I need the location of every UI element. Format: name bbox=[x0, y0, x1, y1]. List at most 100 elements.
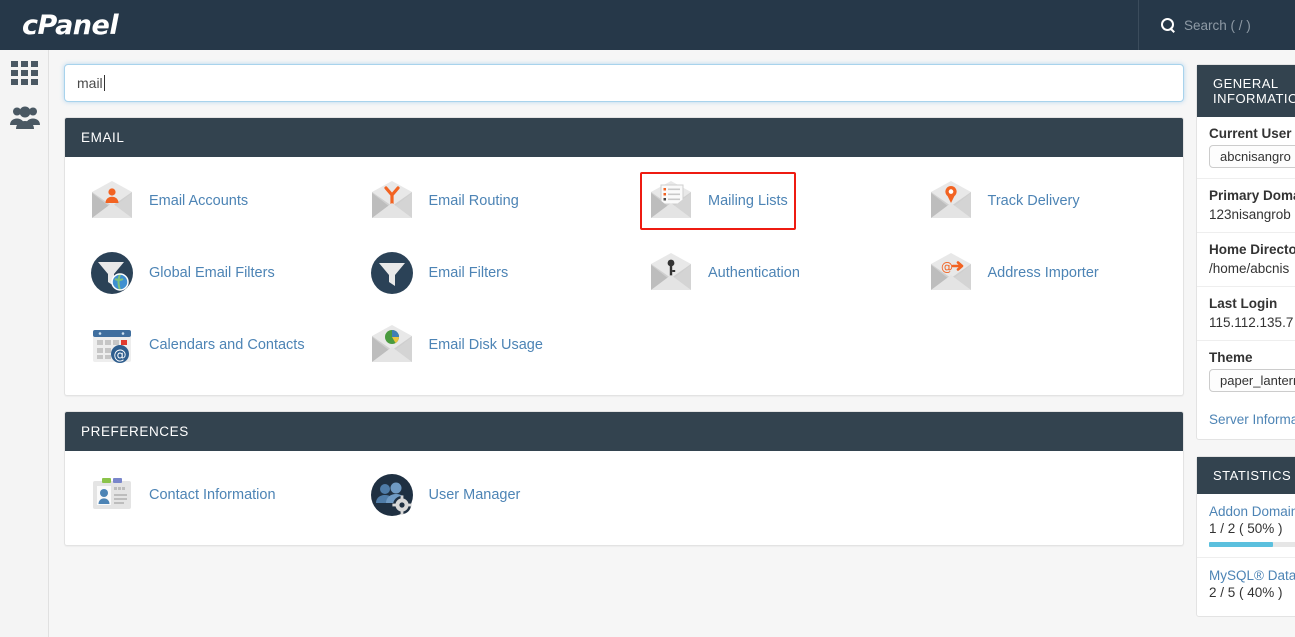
app-tile-label: Global Email Filters bbox=[149, 265, 275, 281]
statistic-row: Addon Domains 1 / 2 ( 50% ) bbox=[1197, 494, 1295, 558]
general-info-row: Theme paper_lantern bbox=[1197, 341, 1295, 402]
app-tile-global-email-filters[interactable]: Global Email Filters bbox=[65, 237, 345, 309]
server-information-row: Server Information bbox=[1197, 402, 1295, 439]
app-tile-label: Email Disk Usage bbox=[428, 337, 543, 353]
app-tile-inner[interactable]: Authentication bbox=[640, 244, 808, 302]
grid-icon bbox=[11, 61, 38, 85]
search-icon bbox=[1161, 18, 1175, 32]
server-information-link[interactable]: Server Information bbox=[1209, 412, 1295, 427]
app-tile-label: Email Accounts bbox=[149, 193, 249, 209]
users-gear-icon bbox=[369, 472, 415, 518]
app-tile-calendars-and-contacts[interactable]: @ Calendars and Contacts bbox=[65, 309, 345, 381]
calendar-at-icon: @ bbox=[89, 322, 135, 368]
panel-row: @ Calendars and Contacts Email Disk Usage bbox=[65, 309, 1183, 381]
app-tile-label: Email Routing bbox=[428, 193, 519, 209]
app-tile-email-accounts[interactable]: Email Accounts bbox=[65, 165, 345, 237]
app-tile-label: Mailing Lists bbox=[708, 193, 788, 209]
panel-body: Email Accounts Email Routing Mailing Lists… bbox=[65, 157, 1183, 395]
app-tile-inner[interactable]: Email Accounts bbox=[81, 172, 256, 230]
general-info-value: 123nisangrob bbox=[1209, 207, 1291, 222]
panel-title: PREFERENCES bbox=[65, 412, 1183, 451]
users-icon bbox=[9, 104, 40, 135]
app-tile-inner[interactable]: User Manager bbox=[361, 466, 529, 524]
app-tile-track-delivery[interactable]: Track Delivery bbox=[904, 165, 1184, 237]
general-info-value: 115.112.135.7 bbox=[1209, 315, 1294, 330]
app-tile-inner[interactable]: @ Calendars and Contacts bbox=[81, 316, 313, 374]
app-tile-label: Email Filters bbox=[428, 265, 509, 281]
general-info-row: Primary Domain 123nisangrob bbox=[1197, 179, 1295, 233]
statistic-name[interactable]: MySQL® Databases bbox=[1209, 568, 1295, 583]
app-tile-label: Authentication bbox=[708, 265, 800, 281]
statistic-name[interactable]: Addon Domains bbox=[1209, 504, 1295, 519]
app-tile-user-manager[interactable]: User Manager bbox=[345, 459, 625, 531]
general-info-row: Last Login 115.112.135.7 bbox=[1197, 287, 1295, 341]
panel-row: Email Accounts Email Routing Mailing Lists… bbox=[65, 165, 1183, 237]
general-info-label: Home Directory bbox=[1209, 242, 1295, 257]
svg-text:@: @ bbox=[114, 348, 127, 363]
envelope-list-icon bbox=[648, 178, 694, 224]
app-tile-label: Address Importer bbox=[987, 265, 1099, 281]
right-sidebar: GENERAL INFORMATION Current User abcnisan… bbox=[1196, 50, 1295, 637]
panel-body: Contact Information User Manager bbox=[65, 451, 1183, 545]
general-information-title: GENERAL INFORMATION bbox=[1197, 65, 1295, 117]
app-tile-inner[interactable]: Contact Information bbox=[81, 466, 284, 524]
general-info-value[interactable]: paper_lantern bbox=[1209, 369, 1295, 392]
funnel-globe-icon bbox=[89, 250, 135, 296]
panel-email: EMAIL Email Accounts Email Routing Mailing … bbox=[64, 117, 1184, 396]
app-tile-inner[interactable]: Email Disk Usage bbox=[361, 316, 551, 374]
app-tile-inner[interactable]: Mailing Lists bbox=[640, 172, 796, 230]
general-info-label: Primary Domain bbox=[1209, 188, 1295, 203]
left-rail bbox=[0, 50, 49, 637]
app-tile-label: Track Delivery bbox=[987, 193, 1080, 209]
global-search-label: Search ( / ) bbox=[1184, 17, 1251, 33]
cpanel-logo[interactable]: cPanel bbox=[22, 10, 119, 41]
app-tile-email-filters[interactable]: Email Filters bbox=[345, 237, 625, 309]
funnel-icon bbox=[369, 250, 415, 296]
statistic-value: 1 / 2 ( 50% ) bbox=[1209, 521, 1283, 536]
app-tile-inner[interactable]: Global Email Filters bbox=[81, 244, 283, 302]
search-input[interactable]: mail bbox=[64, 64, 1184, 102]
app-tile-inner[interactable]: Track Delivery bbox=[920, 172, 1088, 230]
app-tile-label: Contact Information bbox=[149, 487, 276, 503]
search-input-value: mail bbox=[77, 75, 103, 91]
envelope-routing-icon bbox=[369, 178, 415, 224]
app-tile-address-importer[interactable]: @ Address Importer bbox=[904, 237, 1184, 309]
general-info-label: Theme bbox=[1209, 350, 1253, 365]
app-tile-mailing-lists[interactable]: Mailing Lists bbox=[624, 165, 904, 237]
envelope-person-icon bbox=[89, 178, 135, 224]
app-tile-contact-information[interactable]: Contact Information bbox=[65, 459, 345, 531]
app-tile-authentication[interactable]: Authentication bbox=[624, 237, 904, 309]
sidebar-item-apps[interactable] bbox=[0, 50, 49, 96]
app-tile-inner[interactable]: Email Filters bbox=[361, 244, 517, 302]
statistic-row: MySQL® Databases 2 / 5 ( 40% ) bbox=[1197, 558, 1295, 616]
envelope-key-icon bbox=[648, 250, 694, 296]
svg-text:@: @ bbox=[941, 260, 953, 274]
global-search[interactable]: Search ( / ) bbox=[1138, 0, 1295, 50]
top-bar: cPanel Search ( / ) bbox=[0, 0, 1295, 50]
general-info-row: Current User abcnisangro bbox=[1197, 117, 1295, 179]
general-info-label: Current User bbox=[1209, 126, 1292, 141]
general-info-label: Last Login bbox=[1209, 296, 1278, 311]
statistics-rows: Addon Domains 1 / 2 ( 50% ) MySQL® Databas… bbox=[1197, 494, 1295, 616]
statistic-progress-bar bbox=[1209, 542, 1295, 547]
statistics-title: STATISTICS bbox=[1197, 457, 1295, 494]
main-content: mail EMAIL Email Accounts Email Routing Mai… bbox=[49, 50, 1196, 637]
general-info-value: /home/abcnis bbox=[1209, 261, 1290, 276]
panel-list: EMAIL Email Accounts Email Routing Mailing … bbox=[64, 117, 1184, 546]
panel-title: EMAIL bbox=[65, 118, 1183, 157]
id-card-icon bbox=[89, 472, 135, 518]
app-tile-inner[interactable]: @ Address Importer bbox=[920, 244, 1107, 302]
envelope-pin-icon bbox=[928, 178, 974, 224]
general-info-value[interactable]: abcnisangro bbox=[1209, 145, 1295, 168]
general-info-row: Home Directory/home/abcnis bbox=[1197, 233, 1295, 287]
panel-preferences: PREFERENCES Contact Information User Manag… bbox=[64, 411, 1184, 546]
app-tile-label: User Manager bbox=[428, 487, 521, 503]
app-tile-email-routing[interactable]: Email Routing bbox=[345, 165, 625, 237]
sidebar-item-user-manager[interactable] bbox=[0, 96, 49, 142]
envelope-pie-icon bbox=[369, 322, 415, 368]
general-information-panel: GENERAL INFORMATION Current User abcnisan… bbox=[1196, 64, 1295, 440]
envelope-at-arrow-icon: @ bbox=[928, 250, 974, 296]
app-tile-inner[interactable]: Email Routing bbox=[361, 172, 527, 230]
app-tile-email-disk-usage[interactable]: Email Disk Usage bbox=[345, 309, 625, 381]
statistics-panel: STATISTICS Addon Domains 1 / 2 ( 50% ) MyS… bbox=[1196, 456, 1295, 617]
